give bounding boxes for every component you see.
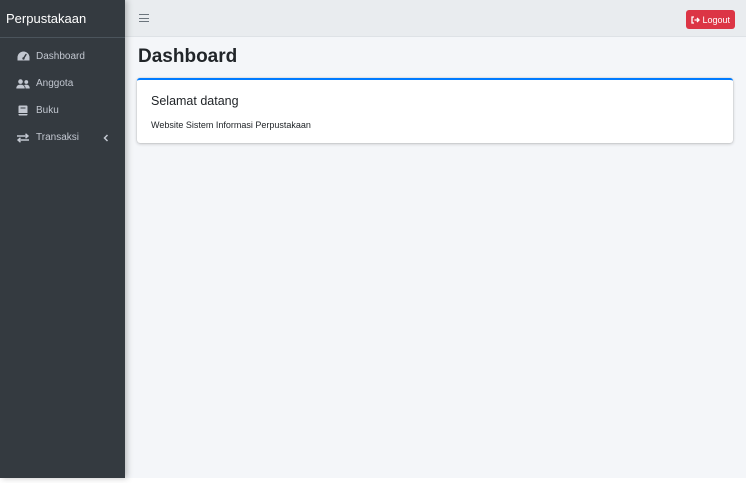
logout-label: Logout <box>702 14 730 25</box>
sidebar-item-label: Dashboard <box>36 51 85 62</box>
hamburger-icon[interactable] <box>139 13 149 23</box>
sidebar-item-label: Transaksi <box>36 132 79 143</box>
top-navbar: Logout <box>125 0 746 37</box>
brand-title: Perpustakaan <box>6 11 87 26</box>
welcome-card: Selamat datang Website Sistem Informasi … <box>137 78 733 143</box>
chevron-left-icon[interactable] <box>103 133 111 143</box>
sidebar-item-dashboard[interactable]: Dashboard <box>0 43 125 70</box>
sidebar-item-anggota[interactable]: Anggota <box>0 70 125 97</box>
users-icon <box>16 78 30 90</box>
card-text: Website Sistem Informasi Perpustakaan <box>151 120 311 130</box>
tachometer-icon <box>16 51 30 63</box>
exchange-icon <box>16 132 30 144</box>
sidebar-item-transaksi[interactable]: Transaksi <box>0 124 125 151</box>
sidebar-item-label: Anggota <box>36 78 74 89</box>
sidebar-item-label: Buku <box>36 105 59 116</box>
content-wrapper: Dashboard Selamat datang Website Sistem … <box>125 38 746 478</box>
sidebar: Perpustakaan Dashboard Anggota Buku Tran… <box>0 0 125 478</box>
logout-button[interactable]: Logout <box>686 10 735 29</box>
sidebar-nav: Dashboard Anggota Buku Transaksi <box>0 43 125 151</box>
card-title: Selamat datang <box>151 94 239 108</box>
book-icon <box>16 105 30 117</box>
page-title: Dashboard <box>138 46 238 67</box>
sign-out-icon <box>691 15 701 24</box>
footer-strip <box>0 478 746 483</box>
brand-link[interactable]: Perpustakaan <box>0 0 125 38</box>
sidebar-item-buku[interactable]: Buku <box>0 97 125 124</box>
